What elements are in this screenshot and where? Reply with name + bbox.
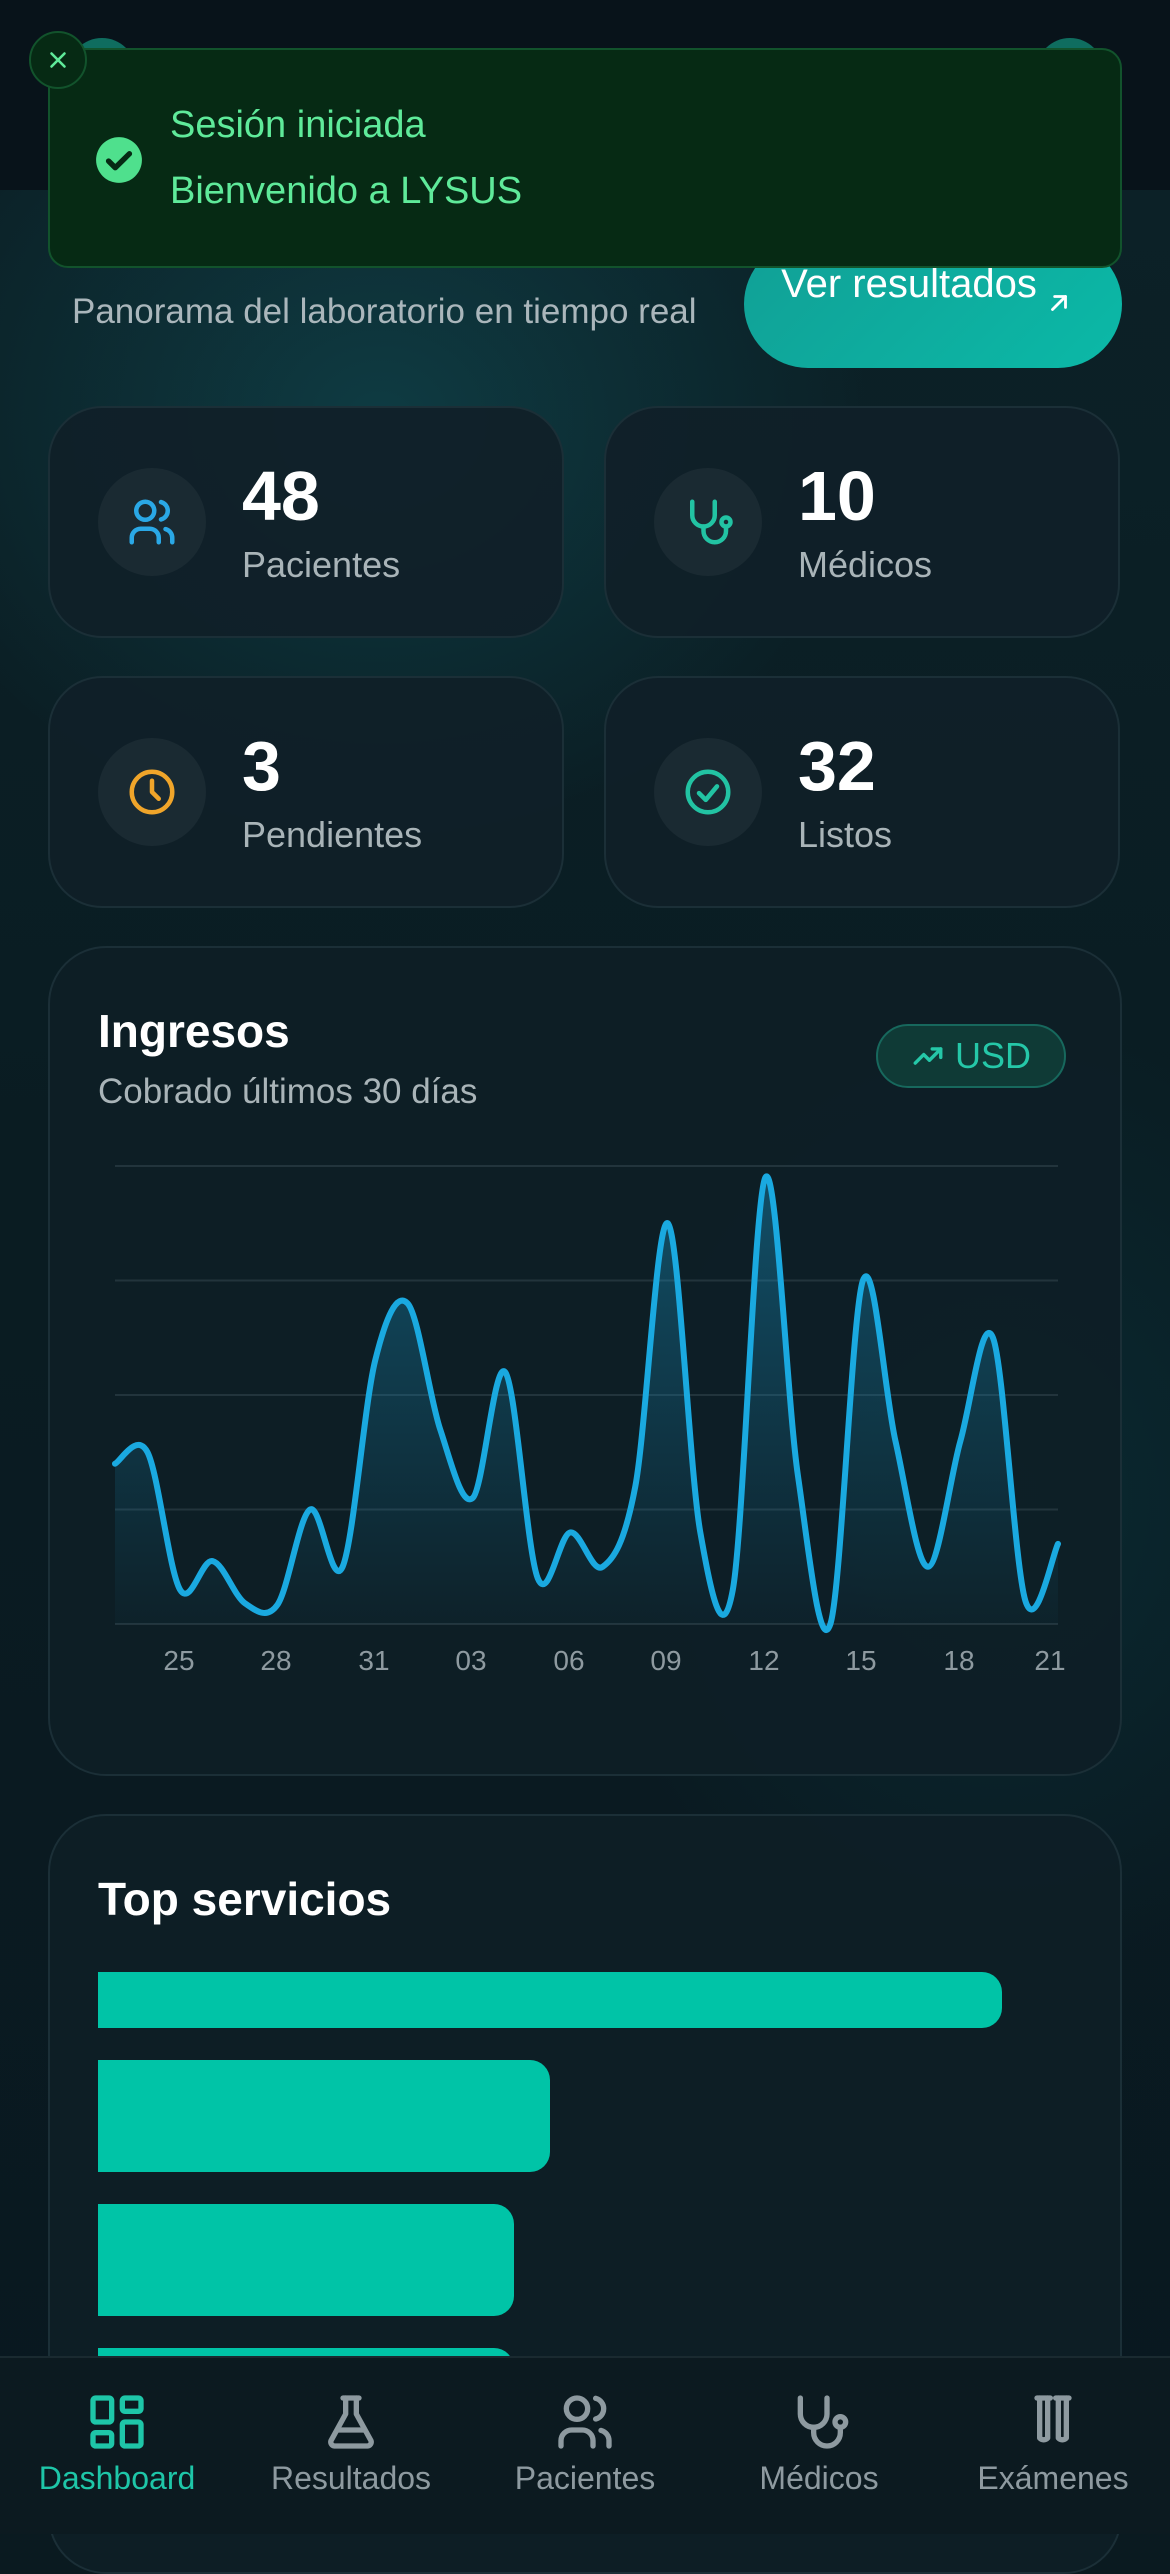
income-card: Ingresos Cobrado últimos 30 días USD 25 2… bbox=[48, 946, 1122, 1776]
users-icon bbox=[558, 2395, 612, 2449]
chart-area bbox=[115, 1176, 1058, 1630]
stat-label: Pendientes bbox=[242, 814, 423, 855]
nav-item-exams[interactable]: Exámenes bbox=[936, 2358, 1170, 2534]
nav-item-patients[interactable]: Pacientes bbox=[468, 2358, 702, 2534]
stat-card-patients[interactable]: 48 Pacientes bbox=[48, 406, 564, 638]
nav-item-dashboard[interactable]: Dashboard bbox=[0, 2358, 234, 2534]
dashboard-icon bbox=[90, 2395, 144, 2449]
stat-label: Médicos bbox=[798, 544, 933, 585]
page-subtitle: Panorama del laboratorio en tiempo real bbox=[72, 292, 697, 331]
income-chart: 25 28 31 03 06 09 12 15 18 21 bbox=[112, 1165, 1066, 1676]
chart-x-tick: 18 bbox=[943, 1645, 974, 1676]
toast-close-button[interactable] bbox=[29, 31, 87, 89]
clock-icon bbox=[129, 769, 175, 815]
stat-value: 48 bbox=[242, 457, 320, 535]
chart-x-tick: 25 bbox=[163, 1645, 194, 1676]
chart-x-tick: 12 bbox=[748, 1645, 779, 1676]
nav-label: Dashboard bbox=[38, 2460, 196, 2496]
nav-label: Resultados bbox=[270, 2460, 432, 2496]
check-circle-icon bbox=[96, 137, 142, 183]
nav-item-results[interactable]: Resultados bbox=[234, 2358, 468, 2534]
service-bar bbox=[98, 2204, 514, 2316]
flask-icon bbox=[328, 2395, 374, 2449]
stat-value: 10 bbox=[798, 457, 876, 535]
stat-card-doctors[interactable]: 10 Médicos bbox=[604, 406, 1120, 638]
toast-title: Sesión iniciada bbox=[170, 104, 426, 146]
stat-icon-wrap bbox=[654, 468, 762, 576]
chart-x-tick: 06 bbox=[553, 1645, 584, 1676]
stat-label: Pacientes bbox=[242, 544, 401, 585]
close-icon bbox=[50, 52, 66, 68]
chart-x-tick: 15 bbox=[845, 1645, 876, 1676]
stat-card-ready[interactable]: 32 Listos bbox=[604, 676, 1120, 908]
nav-item-doctors[interactable]: Médicos bbox=[702, 2358, 936, 2534]
stethoscope-icon bbox=[797, 2395, 849, 2449]
toast-notification: Sesión iniciada Bienvenido a LYSUS bbox=[48, 48, 1122, 268]
arrow-up-right-icon bbox=[1051, 295, 1067, 311]
stat-label: Listos bbox=[798, 814, 893, 855]
users-icon bbox=[129, 499, 175, 545]
chart-x-tick: 31 bbox=[358, 1645, 389, 1676]
toast-message: Bienvenido a LYSUS bbox=[170, 170, 523, 212]
bottom-nav: Dashboard Resultados Pacientes Médicos E… bbox=[0, 2356, 1170, 2534]
nav-label: Exámenes bbox=[977, 2460, 1129, 2496]
test-tubes-icon bbox=[1034, 2395, 1072, 2443]
stat-icon-wrap bbox=[654, 738, 762, 846]
service-bar bbox=[98, 2060, 550, 2172]
service-bar bbox=[98, 1972, 1002, 2028]
nav-label: Médicos bbox=[759, 2460, 879, 2496]
stat-value: 3 bbox=[242, 727, 281, 805]
check-circle-icon bbox=[685, 769, 731, 815]
chart-x-tick: 21 bbox=[1034, 1645, 1065, 1676]
stat-card-pending[interactable]: 3 Pendientes bbox=[48, 676, 564, 908]
top-services-title: Top servicios bbox=[98, 1873, 392, 1925]
stat-icon-wrap bbox=[98, 468, 206, 576]
stat-value: 32 bbox=[798, 727, 876, 805]
chart-x-tick: 03 bbox=[455, 1645, 486, 1676]
nav-label: Pacientes bbox=[514, 2460, 656, 2496]
stethoscope-icon bbox=[690, 499, 733, 545]
stat-icon-wrap bbox=[98, 738, 206, 846]
chart-x-tick: 09 bbox=[650, 1645, 681, 1676]
chart-x-tick: 28 bbox=[260, 1645, 291, 1676]
